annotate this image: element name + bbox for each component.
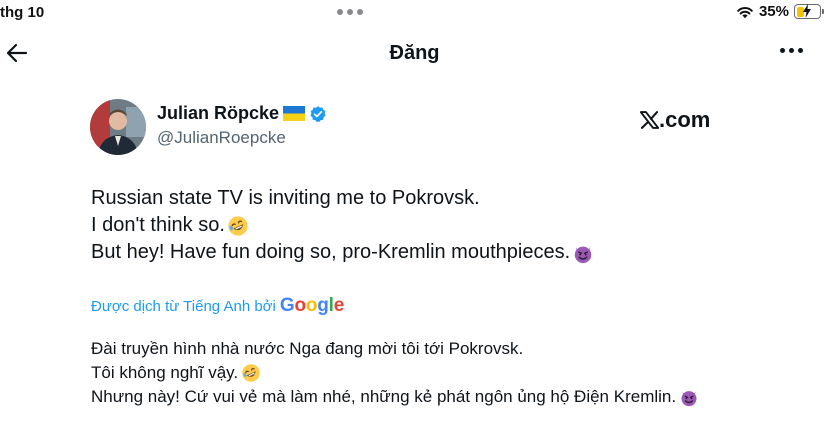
status-time: thg 10 [0, 4, 45, 21]
more-icon[interactable] [780, 48, 803, 53]
translation-line-1: Đài truyền hình nhà nước Nga đang mời tô… [91, 339, 524, 358]
wifi-icon [737, 6, 753, 18]
tweet-line: I don't think so. [91, 212, 594, 239]
x-com-label: .com [640, 107, 710, 133]
google-letter: o [305, 295, 318, 316]
smiling-devil-emoji-icon [681, 389, 697, 407]
author-handle[interactable]: @JulianRoepcke [157, 128, 286, 148]
page-title: Đăng [389, 42, 440, 64]
x-logo-icon [640, 111, 659, 129]
nav-bar: Đăng [0, 30, 829, 76]
google-logo: Google [280, 295, 344, 317]
rofl-emoji-icon [228, 215, 248, 236]
source-label: .com [659, 107, 711, 132]
tweet-line: Russian state TV is inviting me to Pokro… [91, 185, 594, 212]
google-letter: e [333, 295, 345, 316]
tweet-line-1: Russian state TV is inviting me to Pokro… [91, 187, 480, 209]
tweet-line: But hey! Have fun doing so, pro-Kremlin … [91, 239, 594, 266]
translation-line: Đài truyền hình nhà nước Nga đang mời tô… [91, 337, 699, 361]
translated-text: Đài truyền hình nhà nước Nga đang mời tô… [91, 337, 699, 409]
multitask-dots-icon[interactable] [337, 9, 363, 15]
translation-line-2: Tôi không nghĩ vậy. [91, 363, 239, 382]
translation-line: Tôi không nghĩ vậy. [91, 361, 699, 385]
smiling-devil-emoji-icon [574, 244, 592, 263]
status-bar: thg 10 35% [0, 0, 829, 26]
author-name[interactable]: Julian Röpcke [157, 103, 279, 124]
translated-by-label: Được dịch từ Tiếng Anh bởi [91, 297, 276, 315]
translation-line-3: Nhưng này! Cứ vui vẻ mà làm nhé, những k… [91, 387, 677, 406]
google-letter: G [279, 295, 295, 316]
google-letter: g [317, 295, 329, 316]
translation-line: Nhưng này! Cứ vui vẻ mà làm nhé, những k… [91, 385, 699, 409]
battery-charging-icon [794, 4, 824, 19]
tweet-text: Russian state TV is inviting me to Pokro… [91, 185, 594, 266]
translated-by-link[interactable]: Được dịch từ Tiếng Anh bởi Google [91, 295, 344, 317]
status-right: 35% [736, 3, 824, 20]
author-row: Julian Röpcke [157, 103, 327, 124]
battery-percent: 35% [758, 3, 789, 20]
tweet-line-3: But hey! Have fun doing so, pro-Kremlin … [91, 241, 571, 263]
rofl-emoji-icon [242, 364, 260, 382]
avatar[interactable] [90, 99, 146, 155]
verified-badge-icon [310, 105, 326, 122]
google-letter: o [294, 295, 306, 316]
ukraine-flag-icon [283, 106, 306, 121]
tweet-line-2: I don't think so. [91, 214, 225, 236]
